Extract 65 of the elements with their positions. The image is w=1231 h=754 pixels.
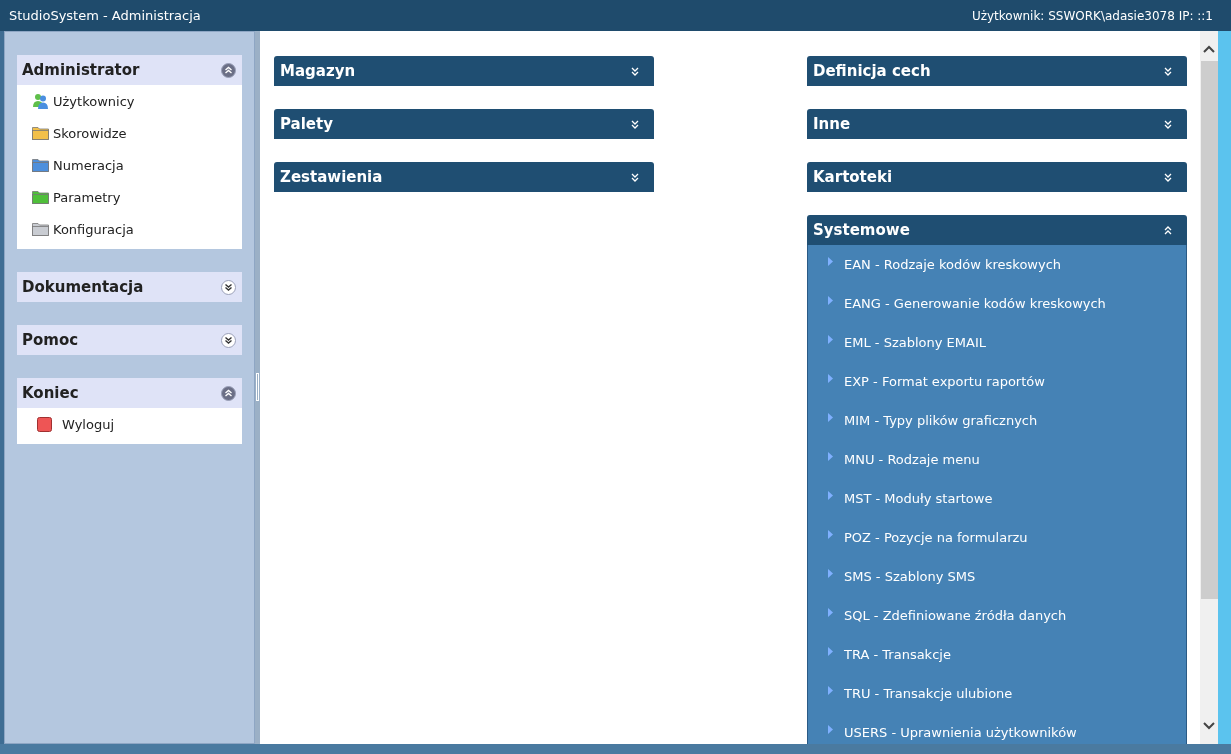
arrow-icon	[828, 608, 833, 617]
panel-header[interactable]: Palety	[274, 109, 654, 139]
list-link[interactable]: TRA - Transakcje	[808, 635, 1186, 674]
panel-title: Definicja cech	[813, 62, 931, 80]
list-link[interactable]: EAN - Rodzaje kodów kreskowych	[808, 245, 1186, 284]
panel-title: Kartoteki	[813, 168, 893, 186]
scroll-thumb[interactable]	[1200, 61, 1218, 599]
section-title: Administrator	[22, 61, 140, 79]
window-title: StudioSystem - Administracja	[9, 8, 201, 23]
panel-header[interactable]: Systemowe	[807, 215, 1187, 245]
expand-icon[interactable]	[221, 332, 236, 348]
scroll-down-icon[interactable]	[1203, 722, 1215, 730]
scroll-up-icon[interactable]	[1203, 45, 1215, 53]
list-link[interactable]: EANG - Generowanie kodów kreskowych	[808, 284, 1186, 323]
list-link[interactable]: MNU - Rodzaje menu	[808, 440, 1186, 479]
list-link[interactable]: MIM - Typy plików graficznych	[808, 401, 1186, 440]
panel-header[interactable]: Inne	[807, 109, 1187, 139]
list-link[interactable]: SMS - Szablony SMS	[808, 557, 1186, 596]
arrow-icon	[828, 725, 833, 734]
section-title: Koniec	[22, 384, 79, 402]
section-header[interactable]: Dokumentacja	[17, 272, 242, 302]
list-link[interactable]: EML - Szablony EMAIL	[808, 323, 1186, 362]
panel-title: Systemowe	[813, 221, 910, 239]
panel-header[interactable]: Kartoteki	[807, 162, 1187, 192]
expand-icon[interactable]	[221, 279, 236, 295]
scrollbar[interactable]	[1200, 31, 1218, 744]
arrow-icon	[828, 335, 833, 344]
arrow-icon	[828, 647, 833, 656]
menu-item[interactable]: Parametry	[17, 181, 242, 213]
section-header[interactable]: Pomoc	[17, 325, 242, 355]
list-link[interactable]: USERS - Uprawnienia użytkowników	[808, 713, 1186, 744]
splitter-handle[interactable]	[256, 373, 259, 401]
panel-title: Magazyn	[280, 62, 356, 80]
panel-header[interactable]: Zestawienia	[274, 162, 654, 192]
section-title: Dokumentacja	[22, 278, 144, 296]
menu-item[interactable]: Skorowidze	[17, 117, 242, 149]
arrow-icon	[828, 530, 833, 539]
users-icon	[32, 93, 49, 109]
arrow-icon	[828, 257, 833, 266]
section-header[interactable]: Koniec	[17, 378, 242, 408]
panel-title: Palety	[280, 115, 333, 133]
arrow-icon	[828, 686, 833, 695]
arrow-icon	[828, 452, 833, 461]
list-link[interactable]: MST - Moduły startowe	[808, 479, 1186, 518]
list-link[interactable]: EXP - Format exportu raportów	[808, 362, 1186, 401]
panel-header[interactable]: Magazyn	[274, 56, 654, 86]
panel-title: Inne	[813, 115, 851, 133]
arrow-icon	[828, 296, 833, 305]
arrow-icon	[828, 569, 833, 578]
menu-item[interactable]: Numeracja	[17, 149, 242, 181]
menu-item[interactable]: Użytkownicy	[17, 85, 242, 117]
collapse-icon[interactable]	[221, 385, 236, 401]
list-link[interactable]: SQL - Zdefiniowane źródła danych	[808, 596, 1186, 635]
menu-item[interactable]: Konfiguracja	[17, 213, 242, 245]
arrow-icon	[828, 413, 833, 422]
collapse-icon[interactable]	[221, 62, 236, 78]
section-title: Pomoc	[22, 331, 79, 349]
section-header[interactable]: Administrator	[17, 55, 242, 85]
arrow-icon	[828, 374, 833, 383]
panel-header[interactable]: Definicja cech	[807, 56, 1187, 86]
list-link[interactable]: POZ - Pozycje na formularzu	[808, 518, 1186, 557]
list-link[interactable]: TRU - Transakcje ulubione	[808, 674, 1186, 713]
arrow-icon	[828, 491, 833, 500]
panel-title: Zestawienia	[280, 168, 383, 186]
user-info: Użytkownik: SSWORK\adasie3078 IP: ::1	[971, 8, 1213, 23]
